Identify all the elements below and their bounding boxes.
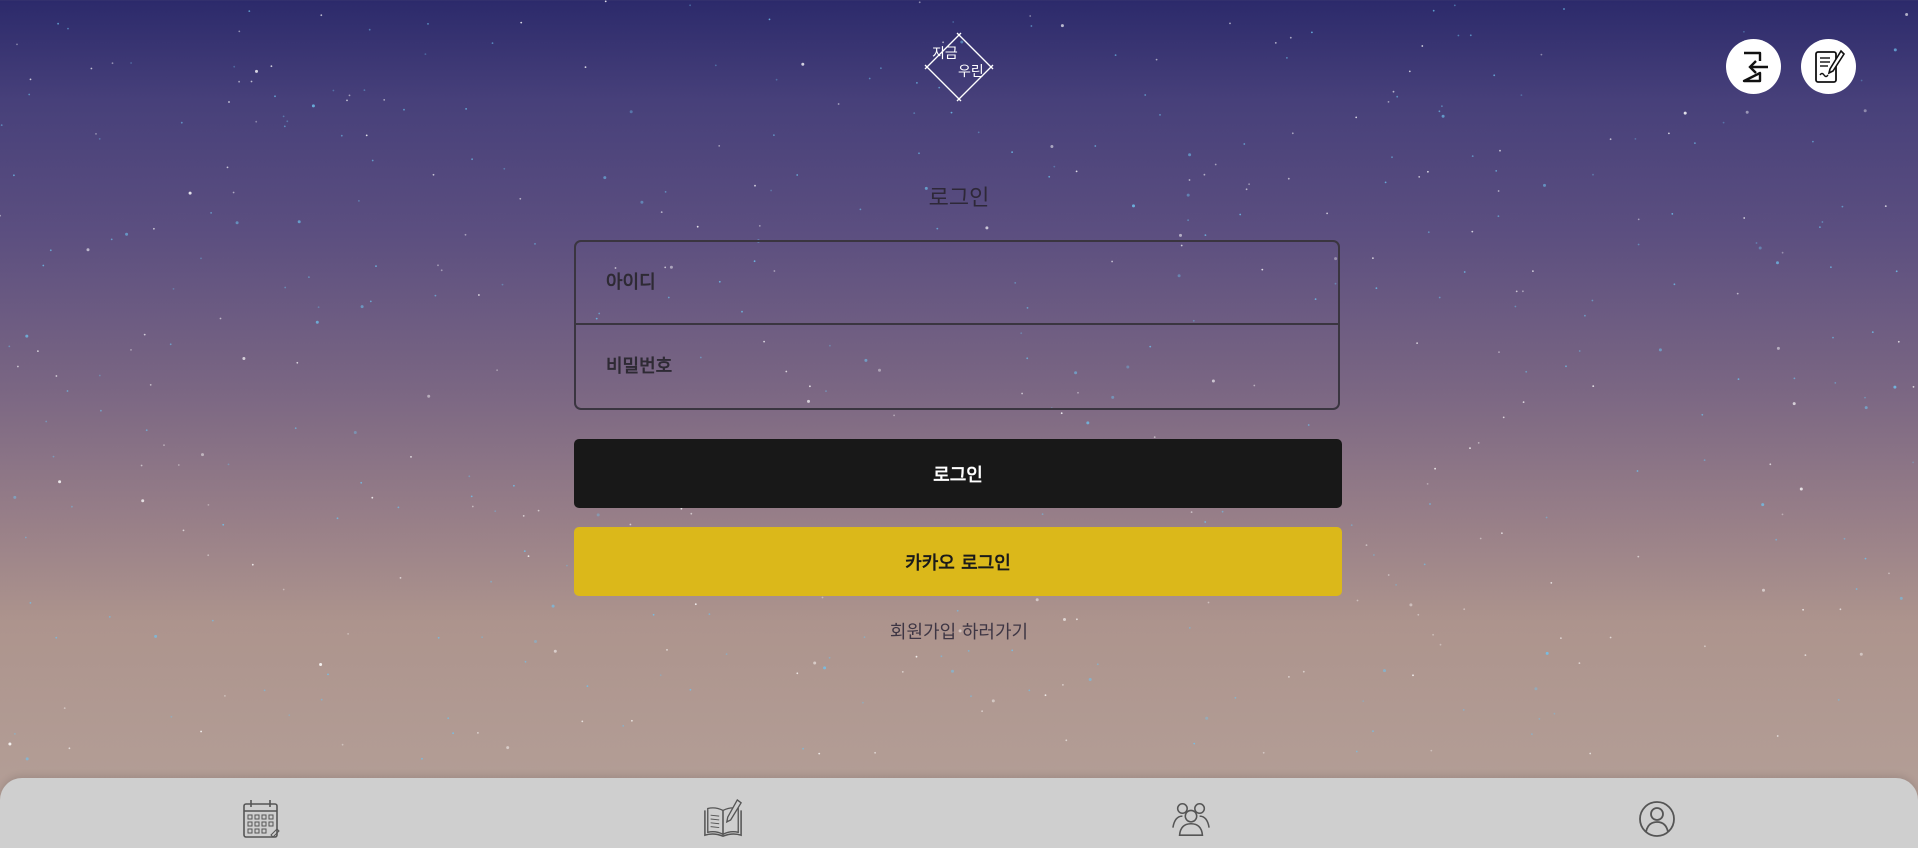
nav-profile[interactable] [1637, 798, 1677, 840]
logo-mark-icon: 지금 우린 [924, 32, 994, 102]
page-title: 로그인 [928, 186, 990, 211]
star-field-background [0, 0, 1915, 761]
svg-text:지금: 지금 [932, 46, 958, 62]
calendar-icon [243, 800, 280, 838]
nav-community[interactable] [1171, 798, 1213, 840]
svg-text:우린: 우린 [958, 64, 984, 80]
diary-write-icon [1814, 49, 1845, 83]
logout-icon [1742, 51, 1768, 82]
bottom-navigation [0, 778, 1918, 848]
login-form [574, 240, 1340, 410]
app-logo[interactable]: 지금 우린 [924, 32, 994, 102]
id-input[interactable] [604, 241, 1338, 324]
password-field-container [576, 324, 1338, 409]
id-field-container [576, 241, 1338, 325]
header-actions [1726, 39, 1856, 94]
signup-link[interactable]: 회원가입 하러가기 [0, 618, 1918, 644]
logout-button[interactable] [1726, 39, 1781, 94]
nav-diary[interactable] [703, 798, 745, 840]
kakao-login-button[interactable]: 카카오 로그인 [574, 527, 1342, 596]
diary-book-icon [704, 798, 742, 837]
nav-calendar[interactable] [241, 798, 281, 840]
password-input[interactable] [604, 324, 1338, 409]
diary-write-button[interactable] [1801, 39, 1856, 94]
profile-icon [1639, 801, 1675, 837]
community-icon [1172, 803, 1210, 836]
login-button[interactable]: 로그인 [574, 439, 1342, 508]
